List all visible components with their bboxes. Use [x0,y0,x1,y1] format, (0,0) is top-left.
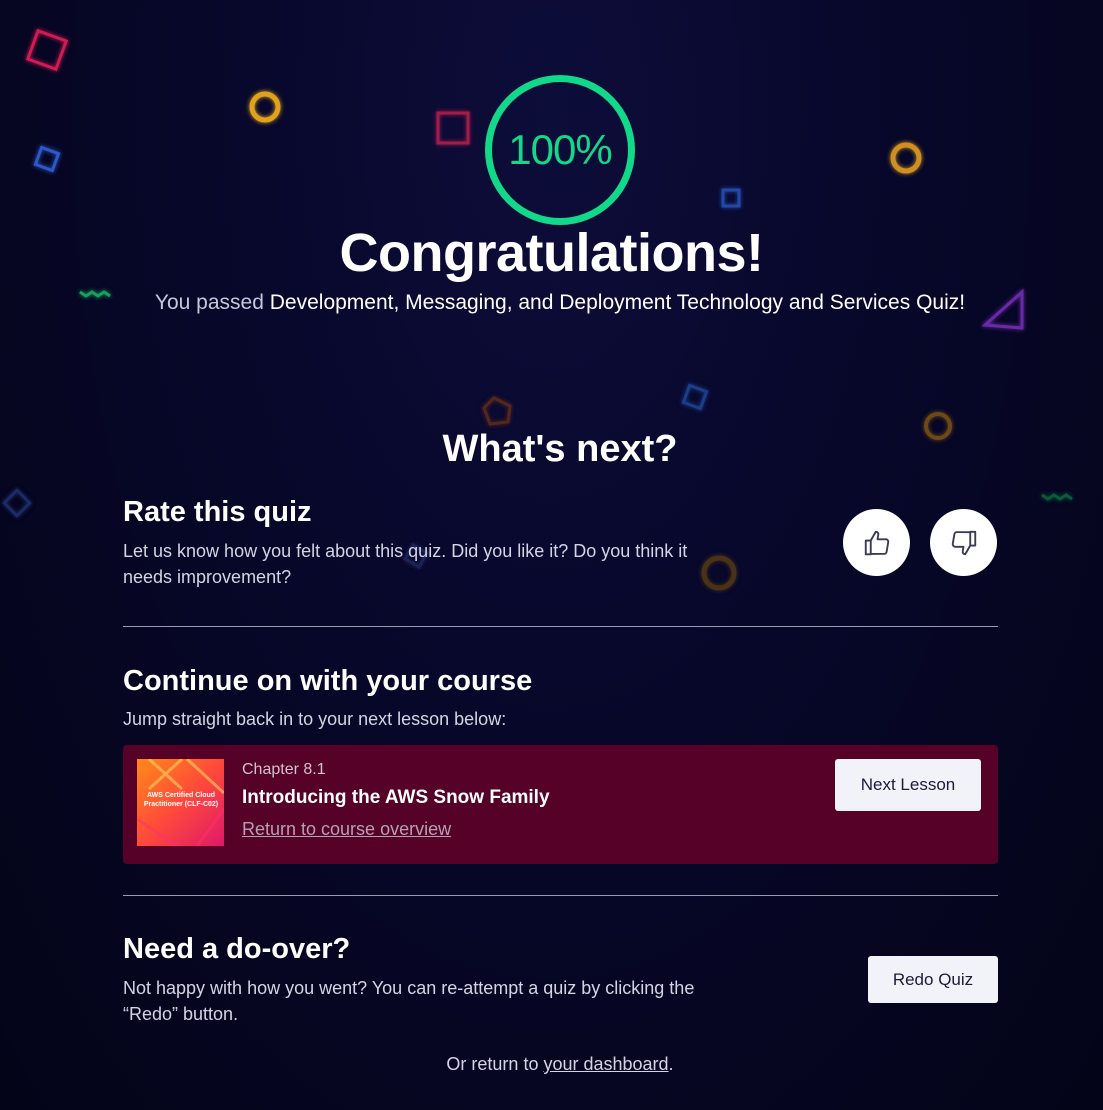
score-value: 100% [508,126,612,173]
lesson-thumbnail: AWS Certified Cloud Practitioner (CLF-C0… [137,759,224,846]
rate-quiz-title: Rate this quiz [123,496,312,528]
thumbnail-text: AWS Certified Cloud Practitioner (CLF-C0… [143,792,219,808]
passed-message: You passed Development, Messaging, and D… [140,286,980,320]
redo-title: Need a do-over? [123,933,351,965]
whats-next-heading: What's next? [442,428,678,470]
footer-message: Or return to your dashboard. [0,1054,1103,1075]
thumbs-down-button[interactable] [930,509,997,576]
redo-description: Not happy with how you went? You can re-… [123,978,695,1024]
continue-course-description: Jump straight back in to your next lesso… [123,709,507,729]
lesson-title: Introducing the AWS Snow Family [242,787,550,808]
passed-suffix: ! [959,291,966,314]
next-lesson-button[interactable]: Next Lesson [835,759,981,811]
thumbs-up-icon [864,530,889,555]
chapter-label: Chapter 8.1 [242,761,326,778]
thumbs-up-button[interactable] [843,509,910,576]
score-ring: 100% [485,75,635,225]
next-lesson-card: AWS Certified Cloud Practitioner (CLF-C0… [123,745,998,864]
passed-prefix: You passed [154,291,264,314]
continue-course-title: Continue on with your course [123,665,533,697]
divider [123,895,998,896]
dashboard-link[interactable]: your dashboard [543,1054,668,1074]
footer-suffix: . [668,1054,674,1074]
thumbs-down-icon [951,530,976,555]
divider [123,626,998,627]
course-overview-link[interactable]: Return to course overview [242,819,451,840]
congratulations-heading: Congratulations! [339,223,764,283]
rate-quiz-description: Let us know how you felt about this quiz… [123,541,688,587]
quiz-name: Development, Messaging, and Deployment T… [269,291,960,314]
redo-quiz-button[interactable]: Redo Quiz [868,956,998,1003]
footer-prefix: Or return to [446,1054,544,1074]
